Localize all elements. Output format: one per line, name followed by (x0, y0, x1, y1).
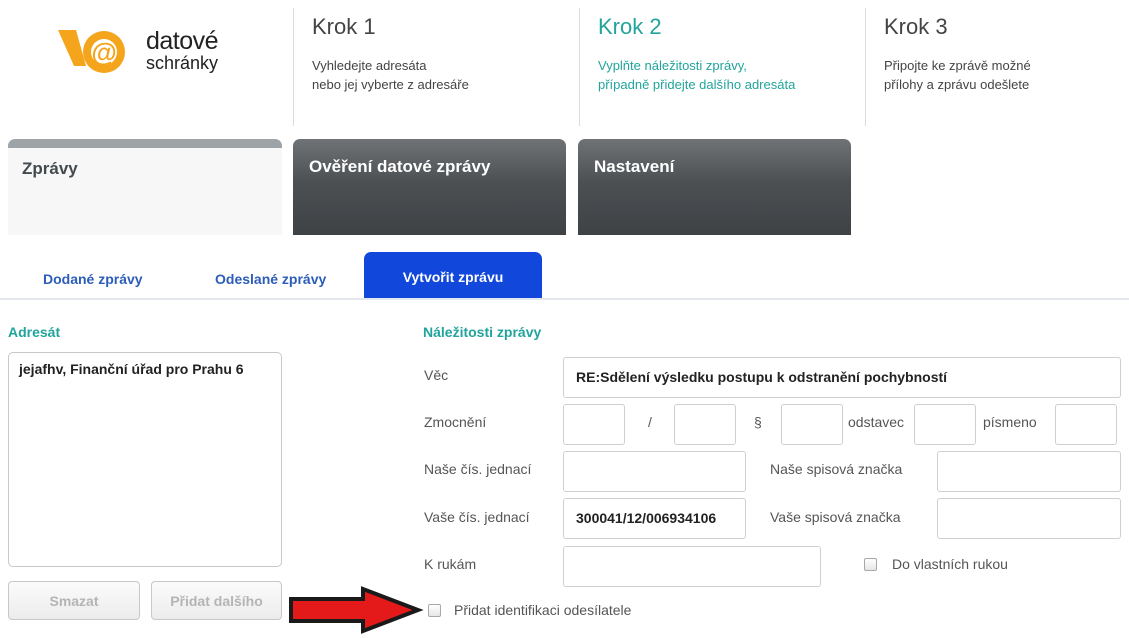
step-separator (579, 8, 580, 126)
step-3-title: Krok 3 (884, 14, 948, 39)
paragraph-label: odstavec (848, 414, 905, 430)
step-2-desc-line2: případně přidejte dalšího adresáta (598, 77, 796, 92)
authorization-label: Zmocnění (424, 414, 487, 430)
our-reference-label: Naše čís. jednací (424, 461, 532, 477)
tab-verify-label: Ověření datové zprávy (309, 157, 491, 176)
add-recipient-button[interactable]: Přidat dalšího (151, 581, 282, 620)
step-1-desc-line1: Vyhledejte adresáta (312, 58, 427, 73)
step-3-desc-line1: Připojte ke zprávě možné (884, 58, 1031, 73)
letter-input[interactable] (1055, 404, 1117, 445)
authorization-number-input[interactable] (563, 404, 625, 445)
our-file-mark-label: Naše spisová značka (770, 461, 903, 477)
tab-messages-label: Zprávy (22, 159, 78, 178)
section-input[interactable] (781, 404, 843, 445)
subject-input[interactable]: RE:Sdělení výsledku postupu k odstranění… (563, 357, 1121, 398)
subtab-create-message[interactable]: Vytvořit zprávu (364, 252, 542, 298)
subtab-divider (0, 298, 1129, 300)
add-sender-id-checkbox[interactable] (428, 604, 441, 617)
your-file-mark-label: Vaše spisová značka (770, 509, 901, 525)
step-separator (865, 8, 866, 126)
tab-messages[interactable]: Zprávy (8, 139, 282, 235)
recipient-item[interactable]: jejafhv, Finanční úřad pro Prahu 6 (19, 361, 271, 377)
datove-schranky-logo: @ (58, 30, 125, 73)
recipient-section-title: Adresát (8, 324, 61, 340)
personal-delivery-checkbox[interactable] (864, 558, 877, 571)
step-1-desc-line2: nebo jej vyberte z adresáře (312, 77, 469, 92)
delete-recipient-button[interactable]: Smazat (8, 581, 140, 620)
step-3-desc-line2: přílohy a zprávu odešlete (884, 77, 1030, 92)
subtab-create-label: Vytvořit zprávu (402, 269, 504, 285)
attention-label: K rukám (424, 556, 477, 572)
logo-text-datove: datové (146, 27, 219, 55)
tab-settings-label: Nastavení (594, 157, 675, 176)
recipient-list[interactable]: jejafhv, Finanční úřad pro Prahu 6 (8, 352, 282, 567)
our-reference-input[interactable] (563, 451, 746, 492)
letter-label: písmeno (983, 414, 1037, 430)
tab-settings[interactable]: Nastavení (578, 139, 851, 235)
svg-text:@: @ (91, 37, 116, 67)
message-details-title: Náležitosti zprávy (423, 324, 542, 340)
step-2-title: Krok 2 (598, 14, 662, 39)
tab-message-verification[interactable]: Ověření datové zprávy (293, 139, 566, 235)
slash-separator: / (648, 414, 652, 430)
your-file-mark-input[interactable] (937, 498, 1121, 539)
add-sender-id-label: Přidat identifikaci odesílatele (454, 602, 632, 618)
subtab-sent-messages[interactable]: Odeslané zprávy (215, 271, 326, 287)
personal-delivery-label: Do vlastních rukou (892, 556, 1008, 572)
subject-label: Věc (424, 367, 449, 383)
your-reference-input[interactable]: 300041/12/006934106 (563, 498, 746, 539)
our-file-mark-input[interactable] (937, 451, 1121, 492)
logo-text-schranky: schránky (146, 53, 219, 73)
paragraph-input[interactable] (914, 404, 976, 445)
authorization-year-input[interactable] (674, 404, 736, 445)
section-sign: § (754, 414, 762, 430)
your-reference-label: Vaše čís. jednací (424, 509, 530, 525)
step-1-title: Krok 1 (312, 14, 376, 39)
step-2-desc-line1: Vyplňte náležitosti zprávy, (598, 58, 747, 73)
attention-input[interactable] (563, 546, 821, 587)
step-separator (293, 8, 294, 126)
subtab-delivered-messages[interactable]: Dodané zprávy (43, 271, 143, 287)
red-arrow-annotation (289, 586, 424, 634)
